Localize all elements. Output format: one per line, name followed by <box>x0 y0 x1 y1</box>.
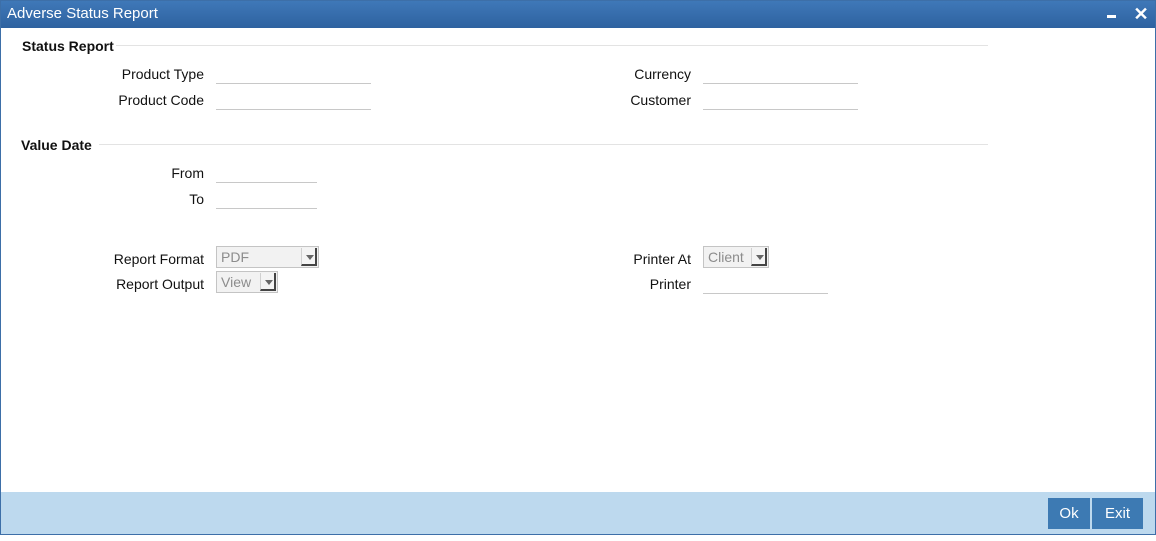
currency-field[interactable] <box>703 62 858 84</box>
report-format-value: PDF <box>221 249 249 265</box>
window-title: Adverse Status Report <box>7 5 158 22</box>
from-date-field[interactable] <box>216 161 317 183</box>
printer-field[interactable] <box>703 272 828 294</box>
chevron-down-icon[interactable] <box>751 248 767 266</box>
printer-label: Printer <box>649 276 691 292</box>
status-report-heading: Status Report <box>22 38 114 54</box>
report-output-value: View <box>221 274 252 290</box>
product-type-label: Product Type <box>121 66 204 82</box>
report-format-label: Report Format <box>113 251 204 267</box>
report-output-label: Report Output <box>116 276 204 292</box>
section-divider <box>116 45 988 46</box>
report-window: Adverse Status Report ✕ Status Report Pr… <box>0 0 1156 535</box>
printer-at-select[interactable]: Client <box>703 246 769 268</box>
report-output-select[interactable]: View <box>216 271 278 293</box>
title-bar: Adverse Status Report ✕ <box>1 1 1155 28</box>
currency-label: Currency <box>634 66 691 82</box>
to-label: To <box>189 191 204 207</box>
customer-field[interactable] <box>703 88 858 110</box>
report-format-select[interactable]: PDF <box>216 246 319 268</box>
ok-button[interactable]: Ok <box>1048 498 1090 529</box>
product-type-field[interactable] <box>216 62 371 84</box>
customer-label: Customer <box>630 92 691 108</box>
printer-at-label: Printer At <box>633 251 691 267</box>
product-code-label: Product Code <box>118 92 204 108</box>
printer-at-value: Client <box>708 249 744 265</box>
footer-bar: Ok Exit <box>1 492 1155 534</box>
chevron-down-icon[interactable] <box>260 273 276 291</box>
exit-button[interactable]: Exit <box>1092 498 1143 529</box>
product-code-field[interactable] <box>216 88 371 110</box>
close-icon[interactable]: ✕ <box>1131 4 1151 24</box>
section-divider <box>99 144 988 145</box>
to-date-field[interactable] <box>216 187 317 209</box>
chevron-down-icon[interactable] <box>301 248 317 266</box>
minimize-icon[interactable] <box>1102 4 1122 24</box>
value-date-heading: Value Date <box>21 137 92 153</box>
from-label: From <box>171 165 204 181</box>
